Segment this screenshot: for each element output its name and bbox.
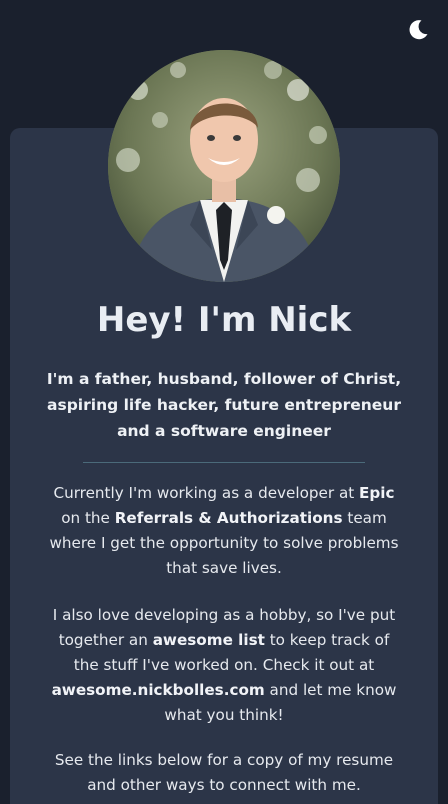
divider [83,462,365,463]
employer-name: Epic [359,484,395,502]
about-paragraph-work: Currently I'm working as a developer at … [44,481,404,581]
awesome-list-link[interactable]: awesome list [153,631,265,649]
avatar [108,50,340,282]
awesome-site-link[interactable]: awesome.nickbolles.com [52,681,265,699]
profile-content: Hey! I'm Nick I'm a father, husband, fol… [10,290,438,798]
about-paragraph-hobby: I also love developing as a hobby, so I'… [44,603,404,728]
theme-toggle-button[interactable] [404,16,432,44]
about-text: on the [61,509,115,527]
about-paragraph-links: See the links below for a copy of my res… [54,751,394,794]
moon-icon [409,20,428,40]
page: Hey! I'm Nick I'm a father, husband, fol… [0,0,448,804]
team-name: Referrals & Authorizations [114,509,343,527]
about-text: Currently I'm working as a developer at [53,484,360,502]
page-title: Hey! I'm Nick [96,300,352,340]
tagline: I'm a father, husband, follower of Chris… [46,370,402,440]
